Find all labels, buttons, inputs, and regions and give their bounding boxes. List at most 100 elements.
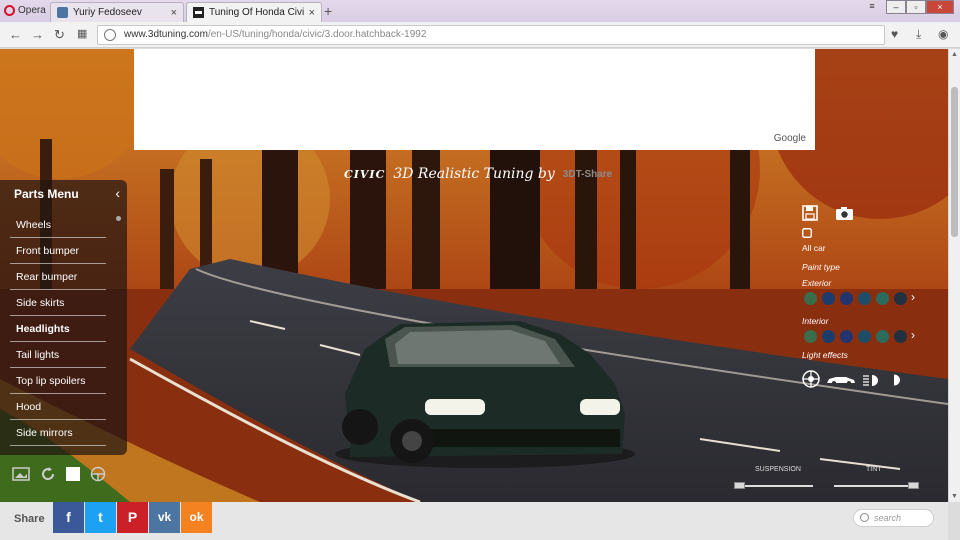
parts-item-wheels[interactable]: Wheels	[10, 212, 106, 238]
tab-title: Tuning Of Honda Civic 3 D	[209, 7, 304, 18]
vk-favicon-icon	[57, 7, 68, 18]
tint-slider-knob[interactable]	[907, 482, 919, 489]
back-icon[interactable]: ←	[9, 27, 22, 42]
parts-menu: Parts Menu ‹ Wheels Front bumper Rear bu…	[0, 180, 127, 455]
all-car-checkbox[interactable]	[802, 228, 812, 238]
color-swatch[interactable]	[894, 292, 907, 305]
headlight-icon[interactable]	[888, 374, 902, 386]
camera-icon[interactable]	[835, 206, 854, 221]
color-swatch[interactable]	[858, 292, 871, 305]
url-path: /en-US/tuning/honda/civic/3.door.hatchba…	[207, 29, 427, 40]
parts-item-side-mirrors[interactable]: Side mirrors	[10, 420, 106, 446]
scroll-dot[interactable]	[116, 216, 121, 221]
parts-item-hood[interactable]: Hood	[10, 394, 106, 420]
view-tools	[12, 466, 106, 482]
opera-logo-icon	[4, 4, 15, 16]
color-swatch[interactable]	[840, 292, 853, 305]
steering-wheel-icon[interactable]	[90, 466, 106, 482]
opera-menu-button[interactable]: Opera	[0, 0, 48, 20]
reload-icon[interactable]: ↻	[54, 27, 65, 42]
heart-icon[interactable]: ♥	[891, 27, 898, 41]
tab-list-icon[interactable]: ≡	[862, 0, 882, 14]
minimize-icon[interactable]: –	[886, 0, 906, 14]
color-swatch[interactable]	[858, 330, 871, 343]
civic-logo: CIVIC	[344, 167, 386, 181]
share-label: Share	[14, 513, 45, 525]
page-scrollbar[interactable]: ▲ ▼	[948, 49, 960, 502]
vk-share-button[interactable]: vk	[149, 502, 180, 533]
chevron-left-icon[interactable]: ‹	[115, 185, 120, 201]
tab-yuriy-fedoseev[interactable]: Yuriy Fedoseev ×	[50, 2, 184, 22]
maximize-icon[interactable]: ▫	[906, 0, 926, 14]
twitter-share-button[interactable]: t	[85, 502, 116, 533]
exterior-next-icon[interactable]: ›	[911, 290, 915, 304]
account-icon[interactable]: ◉	[938, 27, 948, 41]
odnoklassniki-share-button[interactable]: ok	[181, 502, 212, 533]
3dtuning-favicon-icon	[193, 7, 204, 18]
save-icon[interactable]	[802, 205, 818, 221]
search-input[interactable]: search	[853, 509, 934, 527]
suspension-label: SUSPENSION	[755, 466, 801, 473]
scroll-down-icon[interactable]: ▼	[951, 493, 958, 500]
opera-menu-label: Opera	[18, 4, 46, 16]
share-bar: Share f t P vk ok search	[0, 502, 948, 540]
color-swatch[interactable]	[840, 330, 853, 343]
close-window-icon[interactable]: ×	[926, 0, 954, 14]
white-square-icon[interactable]	[66, 467, 80, 481]
interior-next-icon[interactable]: ›	[911, 328, 915, 342]
site-banner: CIVIC 3D Realistic Tuning by 3DT-Share	[344, 166, 612, 182]
forward-icon[interactable]: →	[31, 27, 44, 42]
interior-label: Interior	[802, 316, 829, 326]
tint-slider[interactable]	[834, 485, 916, 487]
wheel-icon[interactable]	[802, 370, 820, 388]
google-ad-label: Google	[773, 133, 806, 144]
pinterest-share-button[interactable]: P	[117, 502, 148, 533]
search-placeholder: search	[874, 513, 902, 523]
parts-item-tail-lights[interactable]: Tail lights	[10, 342, 106, 368]
url-field[interactable]: www.3dtuning.com/en-US/tuning/honda/civi…	[97, 25, 885, 45]
parts-item-top-lip-spoilers[interactable]: Top lip spoilers	[10, 368, 106, 394]
light-effects-label: Light effects	[802, 350, 848, 360]
tab-3dtuning[interactable]: Tuning Of Honda Civic 3 D ×	[186, 2, 322, 22]
parts-menu-title: Parts Menu	[14, 187, 79, 201]
banner-slogan: 3D Realistic Tuning by	[393, 166, 555, 182]
image-icon[interactable]	[12, 467, 30, 481]
parts-menu-scrollbar[interactable]	[116, 216, 121, 451]
paint-type-label: Paint type	[802, 262, 840, 272]
browser-titlebar: Opera Yuriy Fedoseev × Tuning Of Honda C…	[0, 0, 960, 22]
car-side-icon[interactable]	[826, 375, 856, 385]
parts-item-rear-bumper[interactable]: Rear bumper	[10, 264, 106, 290]
new-tab-button[interactable]: +	[324, 3, 332, 19]
globe-icon	[104, 29, 116, 41]
suspension-slider-knob[interactable]	[734, 482, 746, 489]
suspension-slider[interactable]	[737, 485, 813, 487]
parts-item-front-bumper[interactable]: Front bumper	[10, 238, 106, 264]
tab-title: Yuriy Fedoseev	[73, 7, 142, 18]
facebook-share-button[interactable]: f	[53, 502, 84, 533]
color-swatch[interactable]	[876, 292, 889, 305]
color-swatch[interactable]	[822, 330, 835, 343]
color-swatch[interactable]	[804, 292, 817, 305]
tab-close-icon[interactable]: ×	[171, 7, 177, 19]
parts-item-side-skirts[interactable]: Side skirts	[10, 290, 106, 316]
color-swatch[interactable]	[804, 330, 817, 343]
download-icon[interactable]: ⤓	[916, 27, 921, 42]
rotate-icon[interactable]	[40, 466, 56, 482]
color-swatch[interactable]	[894, 330, 907, 343]
low-beam-icon[interactable]	[862, 374, 884, 386]
adjust-sliders: SUSPENSION TINT	[734, 466, 927, 496]
exterior-label: Exterior	[802, 278, 832, 288]
scroll-up-icon[interactable]: ▲	[951, 51, 958, 58]
tab-close-icon[interactable]: ×	[309, 7, 315, 19]
search-icon	[860, 513, 869, 522]
banner-brand[interactable]: 3DT-Share	[563, 169, 612, 180]
color-swatch[interactable]	[876, 330, 889, 343]
parts-item-headlights[interactable]: Headlights	[10, 316, 106, 342]
window-buttons: – ▫ ×	[886, 0, 954, 14]
color-swatch[interactable]	[822, 292, 835, 305]
all-car-label: All car	[802, 243, 826, 253]
scrollbar-thumb[interactable]	[951, 87, 958, 237]
speed-dial-icon[interactable]: ▦	[77, 27, 87, 42]
ad-banner[interactable]: Google	[134, 49, 815, 150]
url-host: www.3dtuning.com	[124, 29, 208, 40]
